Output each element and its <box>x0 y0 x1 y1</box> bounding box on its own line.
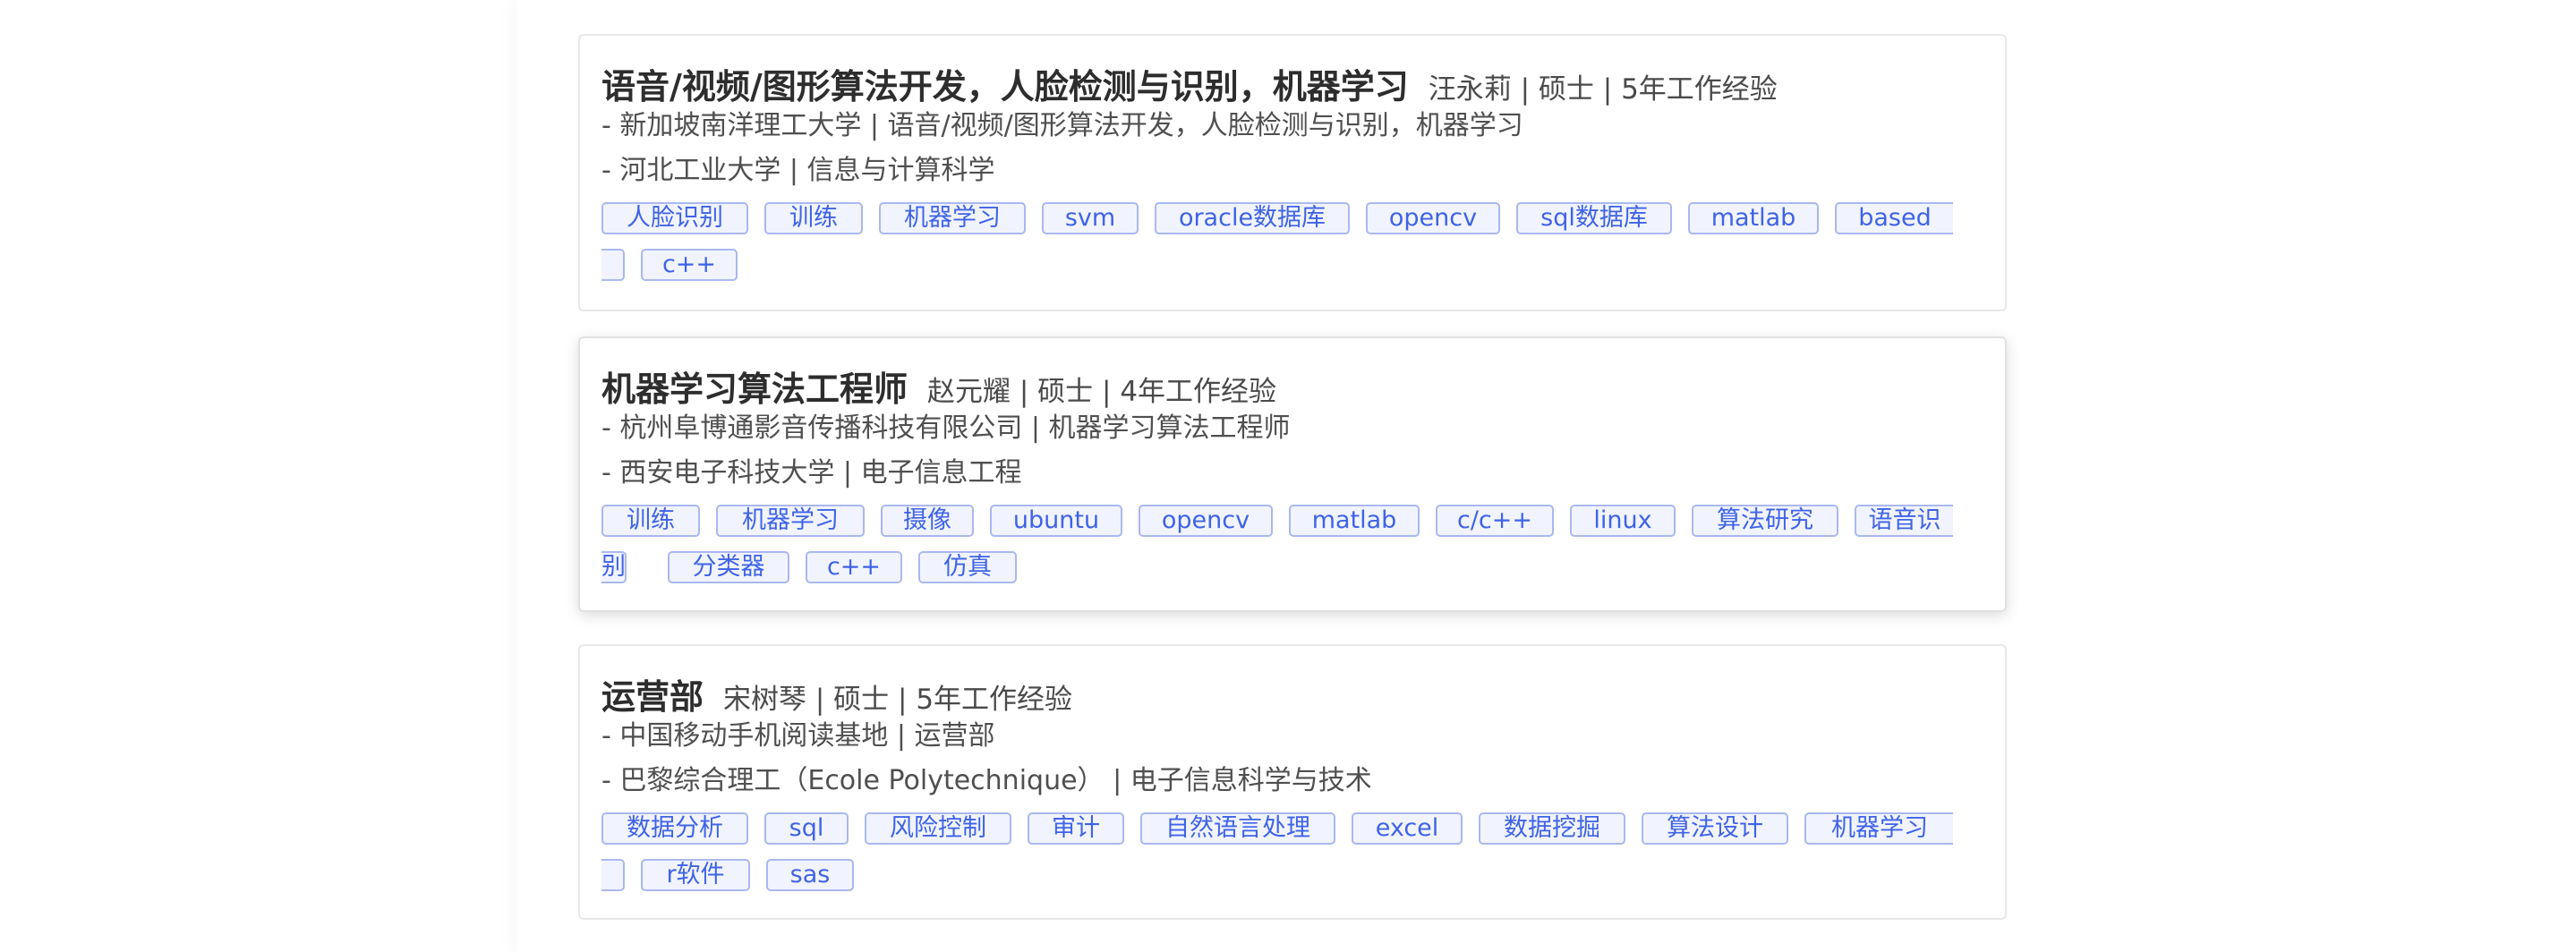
skill-tag[interactable]: 机器学习 <box>879 202 1026 234</box>
skill-tag[interactable]: linux <box>1570 505 1676 537</box>
skill-tag[interactable]: svm <box>1042 202 1139 234</box>
skill-tag-row: 数据分析 sql 风险控制 审计 自然语言处理 excel 数据挖掘 算法设计 … <box>601 807 1953 854</box>
skill-tag[interactable]: c++ <box>806 551 902 583</box>
resume-card-header: 运营部 宋树琴 | 硕士 | 5年工作经验 <box>601 669 1983 717</box>
skill-tag[interactable]: sql数据库 <box>1516 202 1672 234</box>
skill-tag[interactable]: 分类器 <box>668 551 789 583</box>
skill-tag[interactable]: matlab <box>1289 505 1420 537</box>
education: - 西安电子科技大学 | 电子信息工程 <box>601 457 1022 489</box>
job-title[interactable]: 机器学习算法工程师 <box>601 361 908 411</box>
skill-tag[interactable]: opencv <box>1366 202 1500 234</box>
skill-tag[interactable]: 训练 <box>601 505 700 537</box>
skill-tag-row: 训练 机器学习 摄像 ubuntu opencv matlab c/c++ li… <box>601 499 1953 546</box>
resume-card[interactable]: 机器学习算法工程师 赵元耀 | 硕士 | 4年工作经验 - 杭州阜博通影音传播科… <box>578 336 2007 612</box>
skill-tag[interactable]: 算法设计 <box>1642 812 1788 845</box>
skill-tag[interactable]: 数据挖掘 <box>1479 812 1625 845</box>
education: - 巴黎综合理工（Ecole Polytechnique） | 电子信息科学与技… <box>601 765 1372 796</box>
skill-tag[interactable]: 别 <box>601 551 627 583</box>
skill-tag[interactable]: based <box>1835 202 1953 234</box>
skill-tag[interactable]: 摄像 <box>881 505 974 537</box>
candidate-meta: 赵元耀 | 硕士 | 4年工作经验 <box>927 376 1277 408</box>
work-experience: - 新加坡南洋理工大学 | 语音/视频/图形算法开发，人脸检测与识别，机器学习 <box>601 110 1523 141</box>
skill-tag[interactable]: 仿真 <box>918 551 1017 583</box>
skill-tag[interactable]: 人脸识别 <box>601 202 748 234</box>
skill-tag[interactable]: 审计 <box>1028 812 1124 845</box>
skill-tag[interactable]: opencv <box>1139 505 1273 537</box>
work-experience: - 杭州阜博通影音传播科技有限公司 | 机器学习算法工程师 <box>601 412 1291 444</box>
skill-tag[interactable]: sas <box>766 859 854 891</box>
resume-card-header: 机器学习算法工程师 赵元耀 | 硕士 | 4年工作经验 <box>601 361 1983 409</box>
skill-tag[interactable]: sql <box>764 812 849 845</box>
skill-tag[interactable] <box>601 859 625 891</box>
skill-tag[interactable]: c++ <box>641 249 738 281</box>
skill-tag[interactable]: 风险控制 <box>865 812 1011 845</box>
resume-card-header: 语音/视频/图形算法开发，人脸检测与识别，机器学习 汪永莉 | 硕士 | 5年工… <box>601 59 1983 106</box>
skill-tag[interactable]: 机器学习 <box>1804 812 1953 845</box>
job-title[interactable]: 语音/视频/图形算法开发，人脸检测与识别，机器学习 <box>601 59 1409 108</box>
education: - 河北工业大学 | 信息与计算科学 <box>601 155 995 186</box>
skill-tag[interactable]: ubuntu <box>990 505 1122 537</box>
work-experience: - 中国移动手机阅读基地 | 运营部 <box>601 720 995 752</box>
candidate-meta: 汪永莉 | 硕士 | 5年工作经验 <box>1428 73 1778 106</box>
skill-tag[interactable]: r软件 <box>641 859 750 891</box>
candidate-meta: 宋树琴 | 硕士 | 5年工作经验 <box>723 684 1073 716</box>
job-title[interactable]: 运营部 <box>601 669 704 718</box>
skill-tag[interactable]: 数据分析 <box>601 812 748 845</box>
skill-tag[interactable]: 训练 <box>764 202 863 234</box>
skill-tag[interactable] <box>601 249 625 281</box>
skill-tag-row: 别 分类器 c++ 仿真 <box>601 546 1953 592</box>
skill-tag[interactable]: oracle数据库 <box>1155 202 1350 234</box>
resume-card[interactable]: 运营部 宋树琴 | 硕士 | 5年工作经验 - 中国移动手机阅读基地 | 运营部… <box>578 644 2007 920</box>
skill-tag-row: r软件 sas <box>601 854 1953 900</box>
skill-tag[interactable]: 自然语言处理 <box>1140 812 1335 845</box>
skill-tag[interactable]: excel <box>1352 812 1463 845</box>
skill-tag-row: c++ <box>601 243 1953 290</box>
skill-tag-row: 人脸识别 训练 机器学习 svm oracle数据库 opencv sql数据库… <box>601 197 1953 243</box>
skill-tag[interactable]: 机器学习 <box>716 505 865 537</box>
skill-tag[interactable]: 语音识 <box>1855 505 1953 537</box>
resume-card[interactable]: 语音/视频/图形算法开发，人脸检测与识别，机器学习 汪永莉 | 硕士 | 5年工… <box>578 34 2007 311</box>
skill-tag-list: 数据分析 sql 风险控制 审计 自然语言处理 excel 数据挖掘 算法设计 … <box>601 807 1953 902</box>
skill-tag[interactable]: c/c++ <box>1436 505 1554 537</box>
skill-tag[interactable]: matlab <box>1688 202 1819 234</box>
skill-tag[interactable]: 算法研究 <box>1692 505 1838 537</box>
resume-list-page: 语音/视频/图形算法开发，人脸检测与识别，机器学习 汪永莉 | 硕士 | 5年工… <box>0 0 2576 952</box>
skill-tag-list: 训练 机器学习 摄像 ubuntu opencv matlab c/c++ li… <box>601 499 1953 594</box>
skill-tag-list: 人脸识别 训练 机器学习 svm oracle数据库 opencv sql数据库… <box>601 197 1953 292</box>
